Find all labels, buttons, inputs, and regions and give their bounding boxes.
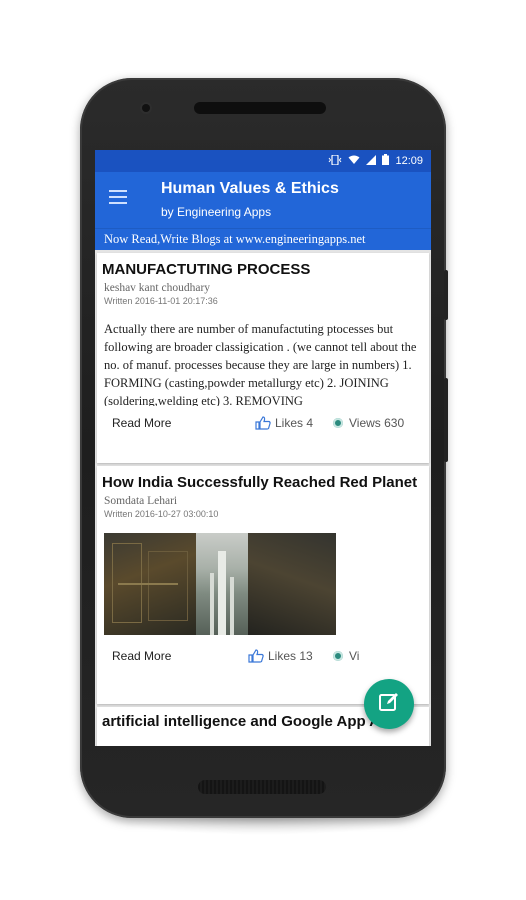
views-count: Vi	[349, 649, 360, 663]
thumbs-up-icon	[255, 416, 271, 430]
views-stat: Views 630	[333, 416, 404, 430]
banner-text: Now Read,Write Blogs at www.engineeringa…	[104, 232, 366, 246]
battery-icon	[382, 154, 390, 168]
views-count: Views 630	[349, 416, 405, 430]
post-author: keshav kant choudhary	[104, 282, 211, 294]
front-camera	[142, 104, 150, 112]
app-subtitle: by Engineering Apps	[161, 205, 272, 219]
post-date: Written 2016-10-27 03:00:10	[104, 509, 219, 519]
post-card[interactable]: MANUFACTUTING PROCESS keshav kant choudh…	[97, 253, 429, 463]
like-button[interactable]: Likes 4	[255, 416, 313, 430]
screen: 12:09 Human Values & Ethics by Engineeri…	[95, 150, 431, 746]
app-title: Human Values & Ethics	[161, 180, 339, 197]
post-date: Written 2016-11-01 20:17:36	[104, 296, 218, 306]
like-button[interactable]: Likes 13	[248, 649, 313, 663]
post-feed[interactable]: MANUFACTUTING PROCESS keshav kant choudh…	[95, 253, 431, 746]
post-card[interactable]: How India Successfully Reached Red Plane…	[97, 466, 429, 704]
post-excerpt: Actually there are number of manufactuti…	[104, 322, 417, 406]
thumbs-up-icon	[248, 649, 264, 663]
promo-banner[interactable]: Now Read,Write Blogs at www.engineeringa…	[95, 228, 431, 250]
likes-count: Likes 4	[275, 416, 314, 430]
views-icon	[333, 651, 343, 661]
status-bar: 12:09	[95, 150, 431, 172]
read-more-button[interactable]: Read More	[112, 416, 171, 430]
post-author: Somdata Lehari	[104, 495, 178, 507]
signal-icon	[366, 154, 377, 168]
earpiece-speaker	[194, 102, 326, 114]
phone-frame: 12:09 Human Values & Ethics by Engineeri…	[80, 78, 448, 818]
post-image[interactable]	[104, 533, 336, 635]
bottom-speaker	[198, 780, 326, 794]
app-bar: Human Values & Ethics by Engineering App…	[95, 172, 431, 228]
post-footer: Read More Likes 13 Vi	[97, 639, 429, 673]
likes-count: Likes 13	[268, 649, 313, 663]
post-title[interactable]: MANUFACTUTING PROCESS	[97, 253, 429, 279]
compose-fab[interactable]	[364, 679, 414, 729]
wifi-icon	[348, 155, 360, 168]
vibrate-icon	[328, 153, 342, 168]
status-time: 12:09	[395, 155, 423, 167]
read-more-button[interactable]: Read More	[112, 649, 171, 663]
post-title[interactable]: How India Successfully Reached Red Plane…	[97, 466, 429, 492]
edit-icon	[378, 691, 400, 718]
hamburger-menu-icon[interactable]	[109, 190, 127, 204]
volume-button	[444, 270, 448, 320]
post-footer: Read More Likes 4 Views 630	[97, 406, 429, 440]
views-stat: Vi	[333, 649, 359, 663]
views-icon	[333, 418, 343, 428]
power-button	[444, 378, 448, 462]
